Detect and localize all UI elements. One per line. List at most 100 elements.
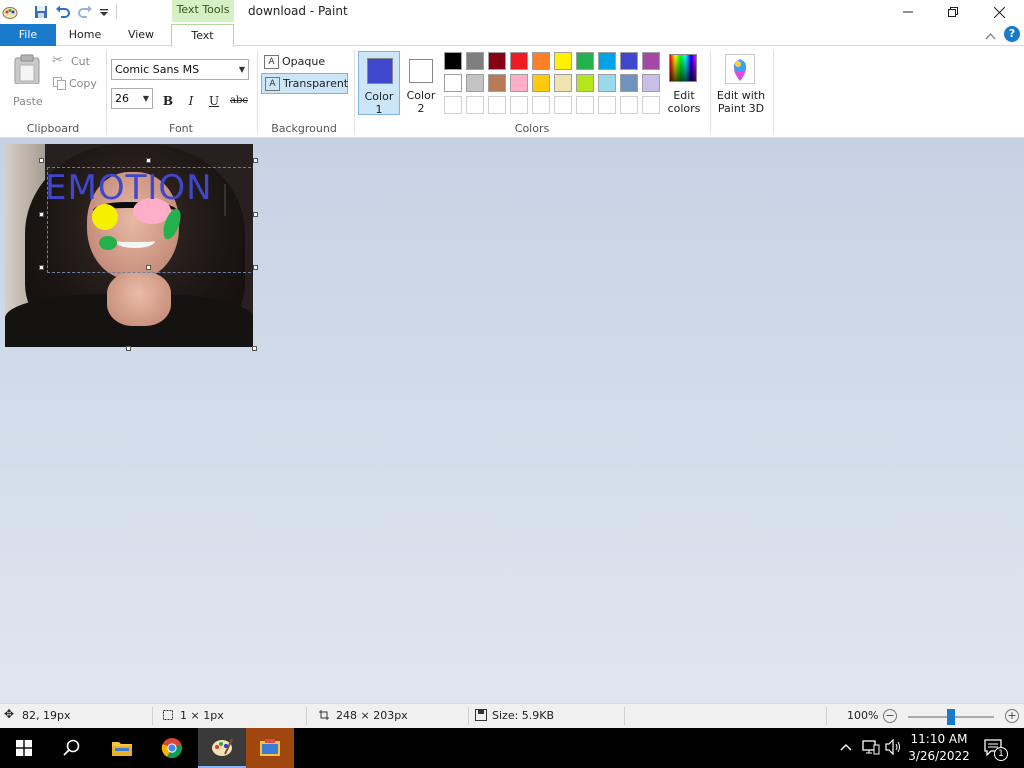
zoom-out-button[interactable]: − [883, 709, 897, 723]
cut-label: Cut [71, 55, 90, 68]
resize-handle[interactable] [39, 265, 44, 270]
restore-button[interactable] [930, 0, 976, 24]
custom-color-slot[interactable] [532, 96, 550, 114]
custom-color-slot[interactable] [642, 96, 660, 114]
color2-label-text: Color [406, 89, 436, 102]
font-size-select[interactable]: 26 ▼ [111, 88, 153, 109]
close-button[interactable] [976, 0, 1022, 24]
edit-colors-label-2: colors [667, 102, 701, 115]
bold-button[interactable]: B [158, 91, 178, 111]
palette-swatch[interactable] [598, 74, 616, 92]
palette-swatch[interactable] [466, 74, 484, 92]
custom-color-slot[interactable] [444, 96, 462, 114]
color1-button[interactable]: Color 1 [358, 51, 400, 116]
save-icon[interactable] [32, 3, 50, 21]
collapse-ribbon-icon[interactable] [985, 29, 996, 43]
paint-app-icon[interactable] [1, 3, 19, 21]
custom-color-slot[interactable] [466, 96, 484, 114]
search-icon [63, 739, 80, 756]
resize-handle[interactable] [39, 212, 44, 217]
file-size-value: Size: 5.9KB [492, 709, 555, 722]
canvas-resize-handle[interactable] [252, 346, 257, 351]
resize-handle[interactable] [146, 158, 151, 163]
text-box-selection[interactable] [47, 167, 253, 273]
canvas-workspace[interactable]: EMOTION [0, 138, 1024, 703]
palette-swatch[interactable] [620, 52, 638, 70]
resize-handle[interactable] [253, 158, 258, 163]
zoom-slider-thumb[interactable] [947, 709, 955, 725]
palette-swatch[interactable] [620, 74, 638, 92]
search-button[interactable] [48, 728, 96, 768]
show-hidden-icons-chevron-icon[interactable] [840, 740, 852, 754]
taskbar-photos[interactable] [246, 728, 294, 768]
help-icon[interactable]: ? [1004, 26, 1020, 42]
tab-text[interactable]: Text [171, 24, 234, 47]
transparent-option[interactable]: A Transparent [261, 73, 348, 94]
tab-home[interactable]: Home [60, 24, 110, 46]
taskbar-paint[interactable] [198, 728, 246, 768]
copy-button[interactable]: Copy [52, 75, 102, 93]
palette-swatch[interactable] [510, 52, 528, 70]
resize-handle[interactable] [39, 158, 44, 163]
photo-hand [107, 272, 171, 326]
cut-button[interactable]: ✂ Cut [52, 53, 100, 71]
palette-swatch[interactable] [576, 74, 594, 92]
start-button[interactable] [0, 728, 48, 768]
palette-swatch[interactable] [554, 74, 572, 92]
opaque-label: Opaque [282, 55, 326, 68]
palette-swatch[interactable] [488, 74, 506, 92]
action-center-button[interactable]: 1 [978, 728, 1024, 768]
edit-with-paint3d-button[interactable]: Edit with Paint 3D [713, 52, 769, 116]
network-icon[interactable] [862, 739, 880, 758]
volume-icon[interactable] [885, 738, 903, 758]
taskbar-chrome[interactable] [148, 728, 196, 768]
italic-button[interactable]: I [181, 91, 201, 111]
canvas-resize-handle[interactable] [126, 346, 131, 351]
palette-swatch[interactable] [598, 52, 616, 70]
copy-icon [53, 77, 66, 90]
strikethrough-button[interactable]: abc [227, 91, 251, 111]
image-canvas[interactable]: EMOTION [5, 144, 253, 347]
palette-swatch[interactable] [466, 52, 484, 70]
font-family-select[interactable]: Comic Sans MS ▼ [111, 59, 249, 80]
undo-icon[interactable] [54, 3, 72, 21]
edit-colors-label-1: Edit [673, 89, 695, 102]
resize-handle[interactable] [146, 265, 151, 270]
zoom-in-button[interactable]: + [1005, 709, 1019, 723]
minimize-button[interactable] [885, 0, 931, 24]
underline-button[interactable]: U [204, 91, 224, 111]
tab-file[interactable]: File [0, 24, 56, 46]
custom-color-slot[interactable] [554, 96, 572, 114]
color1-label-num: 1 [375, 103, 383, 116]
taskbar-clock[interactable]: 11:10 AM 3/26/2022 [904, 731, 974, 765]
tab-view[interactable]: View [116, 24, 166, 46]
palette-swatch[interactable] [642, 52, 660, 70]
opaque-option[interactable]: A Opaque [261, 52, 348, 73]
taskbar-file-explorer[interactable] [98, 728, 146, 768]
cursor-position-value: 82, 19px [22, 709, 71, 722]
palette-swatch[interactable] [488, 52, 506, 70]
color1-swatch [367, 58, 393, 84]
group-divider [354, 50, 355, 134]
custom-color-slot[interactable] [620, 96, 638, 114]
palette-swatch[interactable] [532, 74, 550, 92]
palette-swatch[interactable] [444, 74, 462, 92]
resize-handle[interactable] [253, 265, 258, 270]
custom-color-slot[interactable] [510, 96, 528, 114]
palette-swatch[interactable] [532, 52, 550, 70]
customize-quick-access-icon[interactable] [95, 3, 113, 21]
custom-color-slot[interactable] [576, 96, 594, 114]
resize-handle[interactable] [253, 212, 258, 217]
palette-swatch[interactable] [554, 52, 572, 70]
redo-icon[interactable] [76, 3, 94, 21]
custom-color-slot[interactable] [598, 96, 616, 114]
palette-swatch[interactable] [576, 52, 594, 70]
palette-swatch[interactable] [510, 74, 528, 92]
palette-swatch[interactable] [642, 74, 660, 92]
palette-swatch[interactable] [444, 52, 462, 70]
folder-icon [112, 742, 132, 756]
edit-colors-button[interactable]: Edit colors [665, 52, 703, 116]
color2-button[interactable]: Color 2 [401, 51, 441, 115]
paste-button[interactable]: Paste [6, 52, 48, 108]
custom-color-slot[interactable] [488, 96, 506, 114]
